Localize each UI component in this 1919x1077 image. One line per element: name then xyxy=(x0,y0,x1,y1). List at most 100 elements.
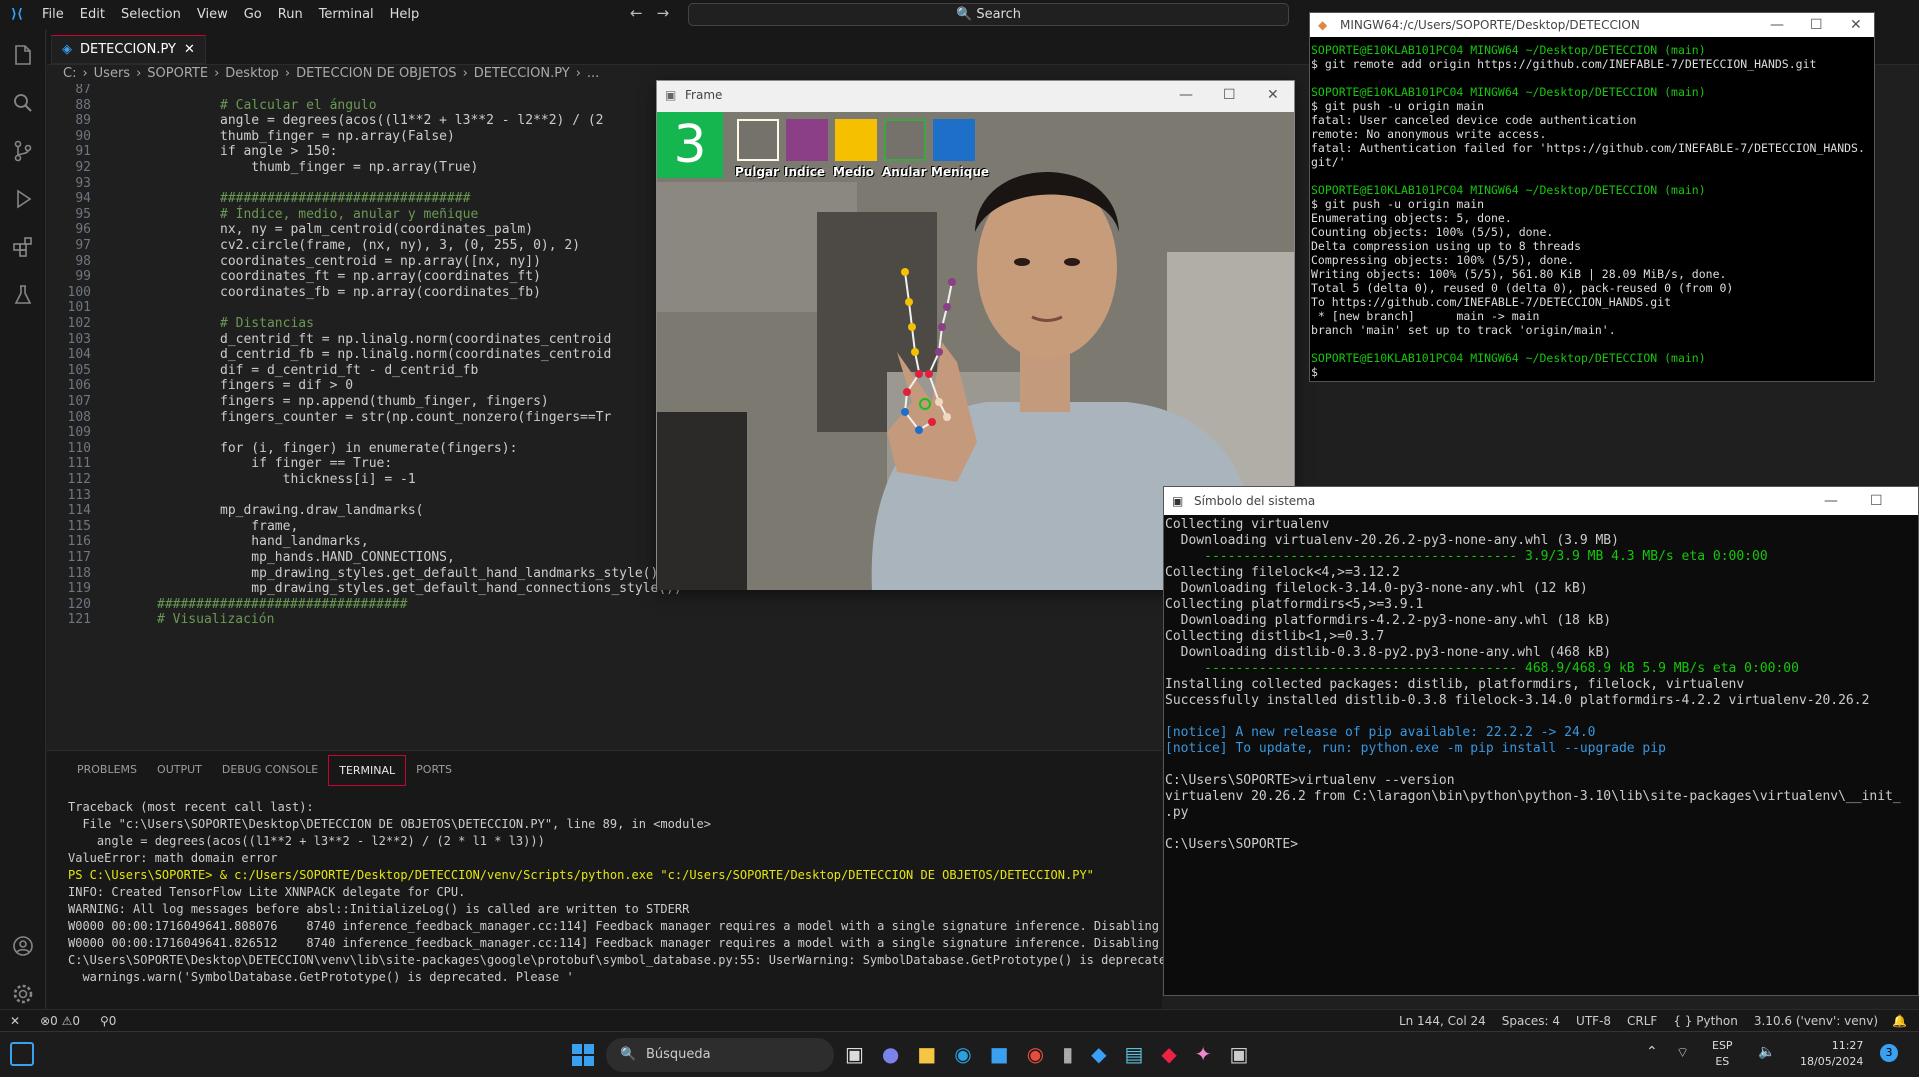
ports-count[interactable]: ⚲0 xyxy=(90,1014,126,1028)
speaker-icon[interactable]: 🔈 xyxy=(1758,1044,1775,1060)
store-icon[interactable]: ■ xyxy=(990,1042,1009,1066)
history-nav[interactable]: ←→ xyxy=(630,4,683,22)
tray-chevron-icon[interactable]: ⌃ xyxy=(1646,1044,1658,1060)
code-line[interactable]: if angle > 150: xyxy=(220,144,337,159)
settings-gear-icon[interactable] xyxy=(11,982,35,1006)
menu-file[interactable]: File xyxy=(34,7,72,22)
breadcrumb-item[interactable]: Users xyxy=(94,66,130,81)
breadcrumb-item[interactable]: DETECCION DE OBJETOS xyxy=(296,66,456,81)
code-line[interactable]: for (i, finger) in enumerate(fingers): xyxy=(220,441,517,456)
tab-ports[interactable]: PORTS xyxy=(406,755,462,786)
vscode-icon[interactable]: ◆ xyxy=(1091,1042,1106,1066)
tab-output[interactable]: OUTPUT xyxy=(147,755,212,786)
bash-output[interactable]: SOPORTE@E10KLAB101PC04 MINGW64 ~/Desktop… xyxy=(1311,43,1865,379)
code-line[interactable]: d_centrid_fb = np.linalg.norm(coordinate… xyxy=(220,347,611,362)
git-bash-window[interactable]: ◆ MINGW64:/c/Users/SOPORTE/Desktop/DETEC… xyxy=(1309,12,1875,382)
testing-icon[interactable] xyxy=(11,283,35,307)
account-icon[interactable] xyxy=(11,934,35,958)
code-line[interactable]: fingers = np.append(thumb_finger, finger… xyxy=(220,394,549,409)
menu-terminal[interactable]: Terminal xyxy=(311,7,382,22)
teams-icon[interactable]: ● xyxy=(882,1042,899,1066)
close-button[interactable]: ✕ xyxy=(1267,81,1279,109)
code-line[interactable]: coordinates_fb = np.array(coordinates_fb… xyxy=(220,285,541,300)
maximize-button[interactable]: ☐ xyxy=(1810,13,1823,37)
language-indicator[interactable]: ESP ES xyxy=(1712,1038,1733,1070)
search-icon[interactable] xyxy=(11,91,35,115)
clock[interactable]: 11:27 18/05/2024 xyxy=(1800,1038,1863,1070)
task-view-icon[interactable]: ▣ xyxy=(845,1042,864,1066)
tab-debug-console[interactable]: DEBUG CONSOLE xyxy=(212,755,328,786)
code-line[interactable]: mp_hands.HAND_CONNECTIONS, xyxy=(220,550,455,565)
code-line[interactable]: nx, ny = palm_centroid(coordinates_palm) xyxy=(220,222,533,237)
close-button[interactable]: ✕ xyxy=(1850,13,1862,37)
breadcrumb-item[interactable]: Desktop xyxy=(225,66,279,81)
code-line[interactable]: # Visualización xyxy=(157,612,274,627)
code-line[interactable]: ################################ xyxy=(157,597,407,612)
python-icon[interactable]: ✦ xyxy=(1195,1042,1212,1066)
edge-icon[interactable]: ◉ xyxy=(954,1042,971,1066)
network-icon[interactable]: ⌔ xyxy=(1676,1044,1689,1062)
code-line[interactable]: coordinates_centroid = np.array([nx, ny]… xyxy=(220,254,541,269)
terminal-icon[interactable]: ▮ xyxy=(1062,1042,1073,1066)
code-line[interactable]: coordinates_ft = np.array(coordinates_ft… xyxy=(220,269,541,284)
remote-icon[interactable]: ✕ xyxy=(0,1014,30,1028)
code-line[interactable]: fingers_counter = str(np.count_nonzero(f… xyxy=(220,410,611,425)
minimize-button[interactable]: — xyxy=(1179,81,1193,109)
language-mode[interactable]: { } Python xyxy=(1665,1014,1746,1028)
run-debug-icon[interactable] xyxy=(11,187,35,211)
file-explorer-icon[interactable]: ■ xyxy=(917,1042,936,1066)
menu-go[interactable]: Go xyxy=(236,7,270,22)
menu-edit[interactable]: Edit xyxy=(72,7,113,22)
menu-run[interactable]: Run xyxy=(270,7,311,22)
desktop-widget-icon[interactable] xyxy=(10,1042,34,1066)
code-line[interactable]: fingers = dif > 0 xyxy=(220,378,353,393)
code-line[interactable]: # Índice, medio, anular y meñique xyxy=(220,207,478,222)
notifications-bell-icon[interactable]: 🔔 xyxy=(1886,1014,1919,1028)
notification-badge[interactable]: 3 xyxy=(1880,1044,1898,1062)
python-interpreter[interactable]: 3.10.6 ('venv': venv) xyxy=(1746,1014,1886,1028)
menu-selection[interactable]: Selection xyxy=(113,7,189,22)
code-line[interactable]: frame, xyxy=(220,519,298,534)
encoding[interactable]: UTF-8 xyxy=(1568,1014,1619,1028)
terminal-output[interactable]: Traceback (most recent call last): File … xyxy=(68,799,1202,986)
cmd-output[interactable]: Collecting virtualenv Downloading virtua… xyxy=(1165,517,1901,853)
code-line[interactable]: hand_landmarks, xyxy=(220,534,368,549)
code-line[interactable]: dif = d_centrid_ft - d_centrid_fb xyxy=(220,363,478,378)
minimize-button[interactable]: — xyxy=(1824,487,1838,515)
tab-detection-py[interactable]: ◈ DETECCION.PY ✕ xyxy=(51,35,206,64)
breadcrumb-item[interactable]: DETECCION.PY xyxy=(474,66,570,81)
windows-start-icon[interactable] xyxy=(572,1044,594,1066)
command-search-bar[interactable]: 🔍 Search xyxy=(688,3,1289,26)
code-line[interactable]: mp_drawing_styles.get_default_hand_landm… xyxy=(220,566,666,581)
code-line[interactable]: if finger == True: xyxy=(220,456,392,471)
cmd-taskbar-icon[interactable]: ▣ xyxy=(1230,1042,1249,1066)
tab-problems[interactable]: PROBLEMS xyxy=(67,755,147,786)
extensions-icon[interactable] xyxy=(11,235,35,259)
taskbar-search[interactable]: 🔍 Búsqueda xyxy=(606,1038,834,1072)
code-line[interactable]: # Calcular el ángulo xyxy=(220,98,377,113)
cursor-position[interactable]: Ln 144, Col 24 xyxy=(1391,1014,1494,1028)
menu-help[interactable]: Help xyxy=(382,7,428,22)
code-line[interactable]: cv2.circle(frame, (nx, ny), 3, (0, 255, … xyxy=(220,238,580,253)
git-icon[interactable]: ◆ xyxy=(1161,1042,1176,1066)
code-line[interactable]: mp_drawing_styles.get_default_hand_conne… xyxy=(220,581,681,596)
minimize-button[interactable]: — xyxy=(1770,13,1784,37)
code-line[interactable]: ################################ xyxy=(220,191,470,206)
menu-view[interactable]: View xyxy=(189,7,236,22)
code-line[interactable]: # Distancias xyxy=(220,316,314,331)
problems-count[interactable]: ⊗0 ⚠0 xyxy=(30,1014,90,1028)
breadcrumb-item[interactable]: SOPORTE xyxy=(147,66,208,81)
code-line[interactable]: thumb_finger = np.array(False) xyxy=(220,129,455,144)
maximize-button[interactable]: ☐ xyxy=(1223,81,1236,109)
maximize-button[interactable]: ☐ xyxy=(1870,487,1883,515)
explorer-icon[interactable] xyxy=(11,43,35,67)
source-control-icon[interactable] xyxy=(11,139,35,163)
breadcrumb-item[interactable]: ... xyxy=(587,66,599,81)
code-line[interactable]: angle = degrees(acos((l1**2 + l3**2 - l2… xyxy=(220,113,604,128)
code-line[interactable]: thumb_finger = np.array(True) xyxy=(220,160,478,175)
indentation[interactable]: Spaces: 4 xyxy=(1494,1014,1568,1028)
tab-terminal[interactable]: TERMINAL xyxy=(328,755,407,786)
code-line[interactable]: mp_drawing.draw_landmarks( xyxy=(220,503,424,518)
notepad-icon[interactable]: ▤ xyxy=(1124,1042,1143,1066)
breadcrumb-item[interactable]: C: xyxy=(63,66,76,81)
